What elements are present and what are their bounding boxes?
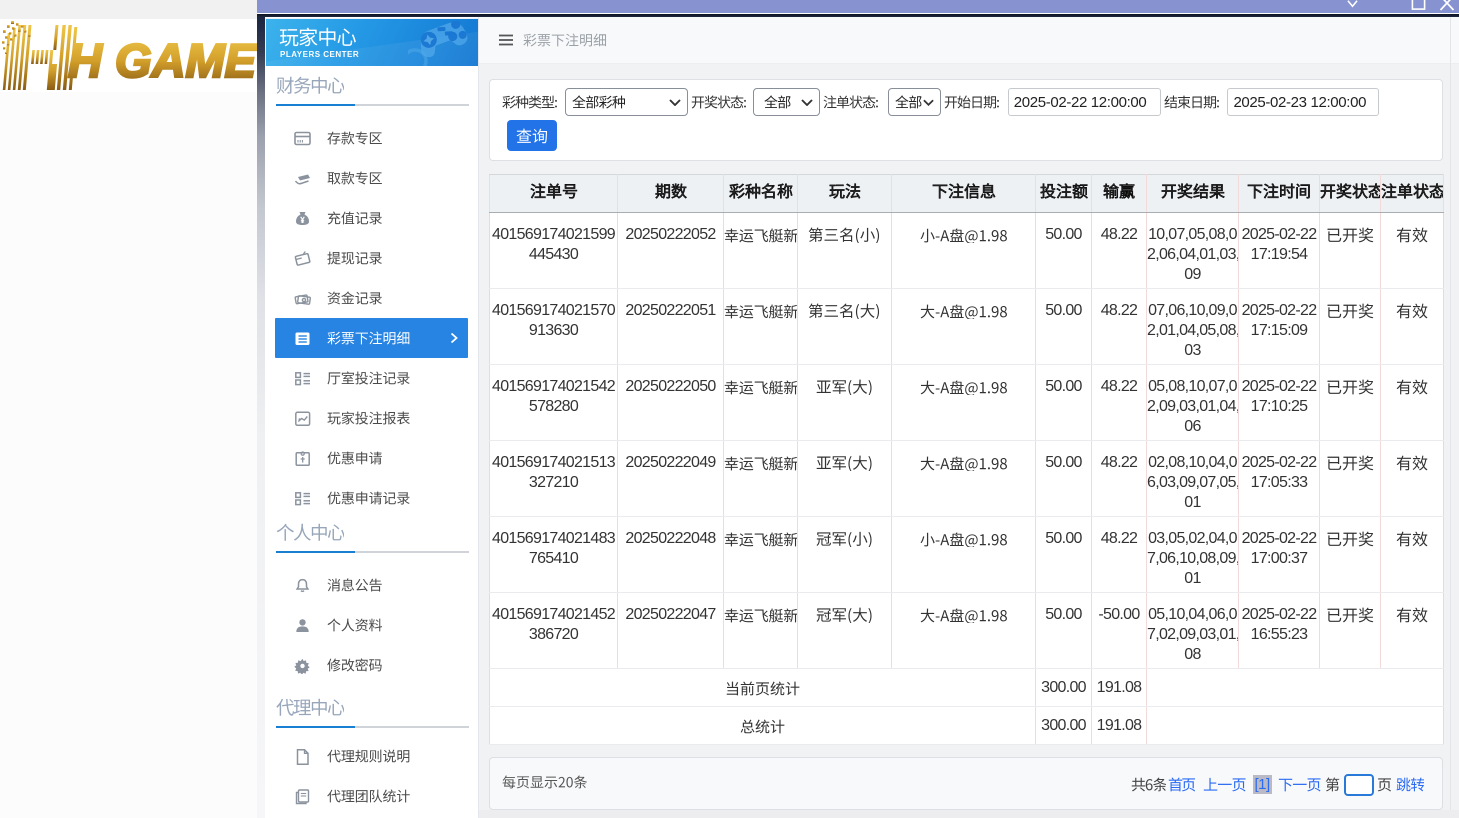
svg-text:H GAME: H GAME (68, 34, 257, 87)
